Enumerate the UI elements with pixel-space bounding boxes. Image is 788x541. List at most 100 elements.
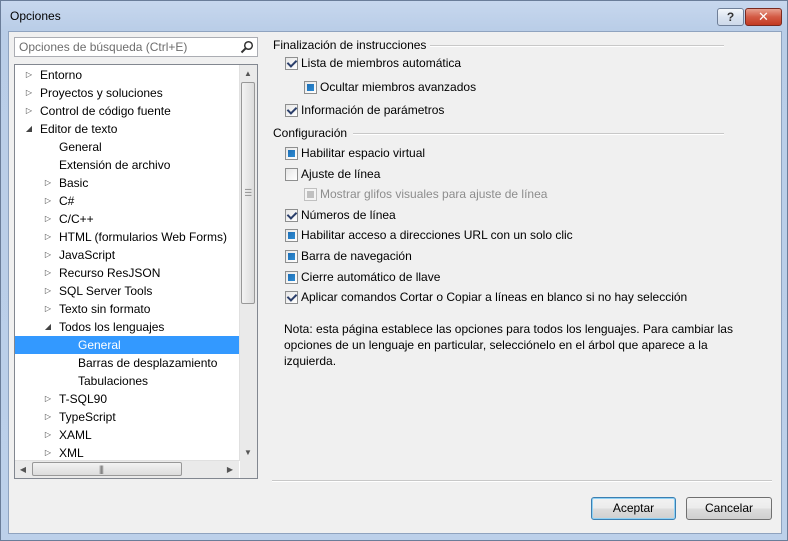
expanded-arrow-icon[interactable]: ◢ bbox=[43, 318, 53, 336]
collapsed-arrow-icon[interactable]: ▷ bbox=[43, 174, 53, 192]
tree-item[interactable]: ▷ XAML bbox=[15, 426, 239, 444]
collapsed-arrow-icon[interactable]: ▷ bbox=[24, 66, 34, 84]
ok-button[interactable]: Aceptar bbox=[591, 497, 676, 520]
tree-item[interactable]: ◢ Todos los lenguajes bbox=[15, 318, 239, 336]
option-label: Información de parámetros bbox=[301, 103, 445, 117]
tree-item[interactable]: Extensión de archivo bbox=[15, 156, 239, 174]
option-label: Mostrar glifos visuales para ajuste de l… bbox=[320, 187, 548, 201]
tree-item[interactable]: General bbox=[15, 336, 239, 354]
collapsed-arrow-icon[interactable]: ▷ bbox=[43, 282, 53, 300]
tree-item[interactable]: ▷ C/C++ bbox=[15, 210, 239, 228]
help-button[interactable]: ? bbox=[717, 8, 744, 26]
tree-item[interactable]: ▷ HTML (formularios Web Forms) bbox=[15, 228, 239, 246]
tree-item[interactable]: ▷ Proyectos y soluciones bbox=[15, 84, 239, 102]
title-bar[interactable]: Opciones ? ✕ bbox=[1, 1, 787, 31]
collapsed-arrow-icon[interactable]: ▷ bbox=[43, 264, 53, 282]
tree-item-label: JavaScript bbox=[59, 248, 116, 262]
tree-item[interactable]: ▷ Texto sin formato bbox=[15, 300, 239, 318]
collapsed-arrow-icon[interactable]: ▷ bbox=[24, 84, 34, 102]
scroll-up-icon[interactable]: ▲ bbox=[240, 65, 256, 82]
window-title: Opciones bbox=[10, 9, 61, 23]
tree-item-label: TypeScript bbox=[59, 410, 116, 424]
collapsed-arrow-icon[interactable]: ▷ bbox=[43, 408, 53, 426]
search-icon[interactable] bbox=[240, 40, 254, 54]
checkbox[interactable] bbox=[285, 209, 298, 222]
tree-item[interactable]: ▷ Basic bbox=[15, 174, 239, 192]
checkbox[interactable] bbox=[285, 147, 298, 160]
collapsed-arrow-icon[interactable]: ▷ bbox=[43, 228, 53, 246]
tree-item-label: Basic bbox=[59, 176, 89, 190]
checkbox[interactable] bbox=[285, 57, 298, 70]
option-label: Ajuste de línea bbox=[301, 167, 381, 181]
tree-item[interactable]: Barras de desplazamiento bbox=[15, 354, 239, 372]
option-label: Números de línea bbox=[301, 208, 396, 222]
vertical-scroll-thumb[interactable]: ─ ─ ─ bbox=[241, 82, 255, 304]
option-label: Aplicar comandos Cortar o Copiar a línea… bbox=[301, 290, 688, 304]
scroll-down-icon[interactable]: ▼ bbox=[240, 444, 256, 461]
collapsed-arrow-icon[interactable]: ▷ bbox=[43, 210, 53, 228]
tree-item[interactable]: ▷ SQL Server Tools bbox=[15, 282, 239, 300]
tree-item-label: C/C++ bbox=[59, 212, 94, 226]
tree-item-label: Extensión de archivo bbox=[59, 158, 171, 172]
tree-item[interactable]: Tabulaciones bbox=[15, 372, 239, 390]
collapsed-arrow-icon[interactable]: ▷ bbox=[43, 426, 53, 444]
tree-item[interactable]: General bbox=[15, 138, 239, 156]
tree-item-label: HTML (formularios Web Forms) bbox=[59, 230, 228, 244]
collapsed-arrow-icon[interactable]: ▷ bbox=[43, 192, 53, 210]
settings-header: Configuración bbox=[273, 126, 348, 140]
tree-item-label: Control de código fuente bbox=[40, 104, 171, 118]
search-box[interactable] bbox=[14, 37, 258, 57]
dialog-body: ▷ Entorno ▷ Proyectos y soluciones ▷ Control … bbox=[8, 31, 782, 534]
collapsed-arrow-icon[interactable]: ▷ bbox=[43, 390, 53, 408]
tree-vertical-scrollbar[interactable]: ▲ ─ ─ ─ ▼ bbox=[239, 65, 257, 461]
horizontal-scroll-thumb[interactable]: ||| bbox=[32, 462, 182, 476]
options-tree[interactable]: ▷ Entorno ▷ Proyectos y soluciones ▷ Control … bbox=[14, 64, 258, 479]
ok-button-label: Aceptar bbox=[612, 501, 655, 515]
tree-items: ▷ Entorno ▷ Proyectos y soluciones ▷ Control … bbox=[15, 65, 239, 462]
scrollbar-corner bbox=[240, 461, 257, 478]
cancel-button-label: Cancelar bbox=[704, 501, 754, 515]
tree-item[interactable]: ▷ Control de código fuente bbox=[15, 102, 239, 120]
tree-item[interactable]: ▷ Recurso ResJSON bbox=[15, 264, 239, 282]
checkbox[interactable] bbox=[285, 104, 298, 117]
checkbox[interactable] bbox=[285, 229, 298, 242]
option-label: Habilitar acceso a direcciones URL con u… bbox=[301, 228, 573, 242]
checkbox[interactable] bbox=[285, 271, 298, 284]
tree-item[interactable]: ◢ Editor de texto bbox=[15, 120, 239, 138]
tree-item-label: Recurso ResJSON bbox=[59, 266, 161, 280]
checkbox[interactable] bbox=[285, 168, 298, 181]
close-button[interactable]: ✕ bbox=[745, 8, 782, 26]
tree-item-label: Editor de texto bbox=[40, 122, 118, 136]
expanded-arrow-icon[interactable]: ◢ bbox=[24, 120, 34, 138]
tree-item[interactable]: ▷ C# bbox=[15, 192, 239, 210]
tree-item-label: C# bbox=[59, 194, 75, 208]
tree-item-label: Tabulaciones bbox=[78, 374, 149, 388]
scroll-right-icon[interactable]: ▶ bbox=[222, 461, 238, 478]
tree-item[interactable]: ▷ JavaScript bbox=[15, 246, 239, 264]
close-icon: ✕ bbox=[758, 9, 769, 24]
tree-item-label: General bbox=[59, 140, 102, 154]
scroll-left-icon[interactable]: ◀ bbox=[15, 461, 31, 478]
tree-item-label: General bbox=[78, 338, 121, 352]
tree-horizontal-scrollbar[interactable]: ◀ ||| ▶ bbox=[15, 460, 239, 478]
collapsed-arrow-icon[interactable]: ▷ bbox=[43, 246, 53, 264]
tree-item-label: Todos los lenguajes bbox=[59, 320, 165, 334]
tree-item[interactable]: ▷ T-SQL90 bbox=[15, 390, 239, 408]
tree-item-label: T-SQL90 bbox=[59, 392, 108, 406]
tree-item[interactable]: ▷ Entorno bbox=[15, 66, 239, 84]
option-label: Cierre automático de llave bbox=[301, 270, 441, 284]
settings-divider bbox=[353, 133, 724, 135]
collapsed-arrow-icon[interactable]: ▷ bbox=[43, 300, 53, 318]
collapsed-arrow-icon[interactable]: ▷ bbox=[24, 102, 34, 120]
option-label: Habilitar espacio virtual bbox=[301, 146, 426, 160]
note-text: Nota: esta página establece las opciones… bbox=[284, 322, 733, 368]
cancel-button[interactable]: Cancelar bbox=[686, 497, 772, 520]
tree-item[interactable]: ▷ TypeScript bbox=[15, 408, 239, 426]
option-label: Ocultar miembros avanzados bbox=[320, 80, 477, 94]
tree-item-label: SQL Server Tools bbox=[59, 284, 153, 298]
checkbox[interactable] bbox=[285, 291, 298, 304]
search-input[interactable] bbox=[19, 40, 229, 54]
checkbox[interactable] bbox=[285, 250, 298, 263]
bottom-divider bbox=[272, 480, 772, 482]
checkbox[interactable] bbox=[304, 81, 317, 94]
